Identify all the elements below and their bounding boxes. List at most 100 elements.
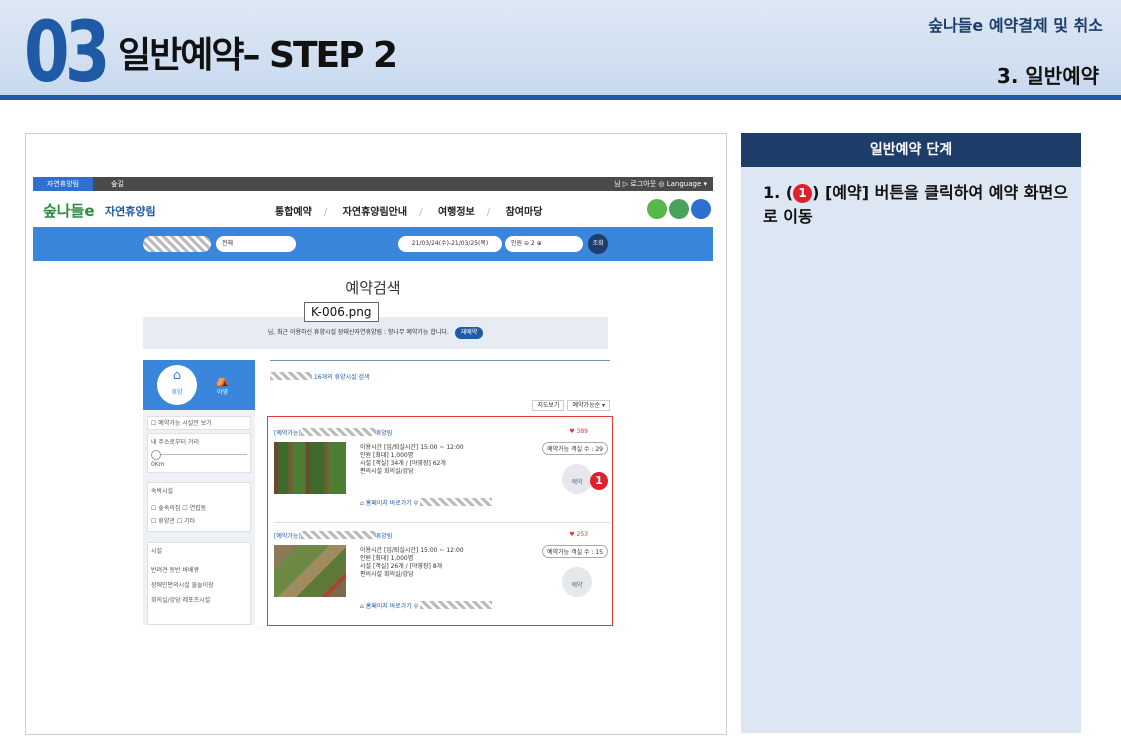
tab-lodging[interactable]: ⌂ 휴양	[157, 365, 197, 405]
masked-text	[420, 498, 493, 506]
site-top-bar: 자연휴양림 숲길 님 ▷ 로그아웃 ◎ Language ▾	[33, 177, 713, 191]
people-label: 인원	[511, 240, 523, 247]
option[interactable]: 레포츠시설	[183, 597, 211, 604]
people-count: 2	[530, 240, 535, 247]
option[interactable]: 바베큐	[182, 567, 199, 574]
results-count: 16개의 휴양시설 검색	[270, 372, 370, 381]
menu-item[interactable]: 여행정보	[438, 207, 475, 218]
facility-title: 시설	[151, 548, 163, 555]
forest-photo[interactable]	[274, 545, 346, 597]
menu-item[interactable]: 통합예약	[275, 207, 312, 218]
heart-icon: ♥	[569, 428, 575, 435]
search-bar: 전체 21/03/24(수)-21/03/25(목) 인원 ⊖ 2 ⊕ 조회	[33, 227, 713, 261]
likes-value: 253	[576, 531, 588, 538]
likes-count[interactable]: ♥ 389	[569, 428, 588, 435]
available-rooms-badge: 예약가능 객실 수 : 29	[542, 442, 608, 455]
distance-value: 0Km	[151, 461, 165, 468]
item-name-suffix: 휴양림	[375, 533, 393, 540]
masked-text	[420, 601, 493, 609]
user-links[interactable]: 님 ▷ 로그아웃 ◎ Language ▾	[614, 177, 707, 191]
search-button[interactable]: 조회	[588, 234, 608, 254]
available-only-checkbox[interactable]: ☐ 예약가능 시설만 보기	[147, 416, 251, 430]
map-view-button[interactable]: 지도보기	[532, 400, 565, 411]
distance-filter: 내 주소로부터 거리 0Km	[147, 433, 251, 473]
facility-options: 회의실/강당 레포츠시설	[151, 595, 247, 604]
option[interactable]: 휴양관	[158, 518, 175, 525]
info-line: 시설 [객실] 34개 / [야영장] 62개	[360, 460, 446, 467]
distance-label: 내 주소로부터 거리	[151, 439, 199, 446]
item-status: [예약가능]	[274, 430, 301, 437]
info-line: 시설 [객실] 26개 / [야영장] 8개	[360, 563, 443, 570]
website: 자연휴양림 숲길 님 ▷ 로그아웃 ◎ Language ▾ 숲나들e 자연휴양…	[33, 177, 713, 627]
website-screenshot: 자연휴양림 숲길 님 ▷ 로그아웃 ◎ Language ▾ 숲나들e 자연휴양…	[25, 133, 727, 735]
filter-panel: ⌂ 휴양 ⛺ 야영 ☐ 예약가능 시설만 보기 내 주소로부터 거리 0Km 숙박시…	[143, 360, 255, 625]
menu-item[interactable]: 자연휴양림안내	[343, 207, 407, 218]
step-prefix: 1. (	[763, 183, 794, 202]
info-line: 이용시간 [입/퇴실시간] 15:00 ~ 12:00	[360, 444, 464, 451]
tab-camping[interactable]: ⛺ 야영	[215, 373, 230, 396]
people-stepper[interactable]: 인원 ⊖ 2 ⊕	[505, 236, 583, 252]
option[interactable]: 숲속의집	[158, 505, 180, 512]
section-label: 3. 일반예약	[996, 64, 1099, 88]
location-icon: ⚲	[413, 500, 419, 507]
panel-heading: 일반예약 단계	[741, 133, 1081, 167]
info-line: 편의시설 회의실/강당	[360, 571, 414, 578]
homepage-link-label: 홈페이지 바로가기	[365, 500, 412, 507]
info-line: 인원 [최대] 1,000명	[360, 452, 414, 459]
site-nav: 숲나들e 자연휴양림 통합예약 / 자연휴양림안내 / 여행정보 / 참여마당	[33, 191, 713, 227]
list-item: [예약가능] 휴양림 이용시간 [입/퇴실시간] 15:00 ~ 12:00 인원…	[274, 522, 610, 623]
home-icon: ⌂	[360, 603, 364, 610]
tab-trail[interactable]: 숲길	[111, 177, 124, 191]
item-info: 이용시간 [입/퇴실시간] 15:00 ~ 12:00 인원 [최대] 1,00…	[360, 444, 464, 476]
reserve-button[interactable]: 예약	[562, 567, 592, 597]
home-icon: ⌂	[360, 500, 364, 507]
item-header: [예약가능] 휴양림	[274, 531, 392, 540]
lodging-filter: 숙박시설 ☐ 숲속의집 ☐ 연립동 ☐ 휴양관 ☐ 기타	[147, 482, 251, 532]
option[interactable]: 회의실/강당	[151, 597, 181, 604]
search-icon[interactable]	[647, 199, 667, 219]
forest-select[interactable]	[143, 236, 211, 252]
menu-item[interactable]: 참여마당	[506, 207, 543, 218]
homepage-link[interactable]: ⌂ 홈페이지 바로가기 ⚲	[360, 498, 493, 507]
slider-handle[interactable]	[151, 450, 161, 460]
option[interactable]: 물놀이장	[192, 582, 214, 589]
distance-slider[interactable]	[151, 450, 247, 460]
results-divider	[270, 360, 610, 361]
forest-photo[interactable]	[274, 442, 346, 494]
notice-text: 님, 최근 이용하신 휴양시설 장태산자연휴양림 : 향나무 예약가능 합니다.	[267, 329, 449, 336]
search-heading: 예약검색	[345, 279, 401, 297]
sort-select[interactable]: 예약가능순 ▾	[567, 400, 610, 411]
section-number: 03	[24, 3, 111, 101]
rebook-button[interactable]: 재예약	[454, 327, 484, 339]
results-area: 16개의 휴양시설 검색 지도보기 예약가능순 ▾ [예약가능] 휴양림 이용시간 …	[267, 360, 613, 626]
reservation-icon[interactable]	[669, 199, 689, 219]
facility-options: 장애인편의시설 물놀이장	[151, 580, 247, 589]
checkbox-label: 예약가능 시설만 보기	[158, 420, 212, 427]
grid-menu-icon[interactable]	[691, 199, 711, 219]
homepage-link-label: 홈페이지 바로가기	[365, 603, 412, 610]
step-badge: 1	[793, 184, 813, 203]
results-controls: 지도보기 예약가능순 ▾	[529, 400, 610, 411]
likes-count[interactable]: ♥ 253	[569, 531, 588, 538]
masked-text	[300, 428, 376, 436]
tab-camping-label: 야영	[216, 389, 228, 396]
masked-text	[270, 372, 312, 380]
reserve-button[interactable]: 예약	[562, 464, 592, 494]
site-logo[interactable]: 숲나들e	[43, 200, 95, 221]
lodging-options: ☐ 숲속의집 ☐ 연립동	[151, 505, 207, 512]
option[interactable]: 연립동	[190, 505, 207, 512]
region-select[interactable]: 전체	[216, 236, 296, 252]
callout-badge: 1	[590, 472, 608, 490]
homepage-link[interactable]: ⌂ 홈페이지 바로가기 ⚲	[360, 601, 493, 610]
option[interactable]: 장애인편의시설	[151, 582, 190, 589]
likes-value: 389	[576, 428, 588, 435]
date-range-input[interactable]: 21/03/24(수)-21/03/25(목)	[398, 236, 502, 252]
title-bar: 03 일반예약– STEP 2 숲나들e 예약결제 및 취소 3. 일반예약	[0, 0, 1121, 100]
tab-forest[interactable]: 자연휴양림	[33, 177, 93, 191]
option[interactable]: 반려견 동반	[151, 567, 181, 574]
site-name[interactable]: 자연휴양림	[105, 203, 156, 219]
results-count-text: 16개의 휴양시설 검색	[313, 374, 370, 381]
tab-lodging-label: 휴양	[171, 389, 183, 396]
available-rooms-badge: 예약가능 객실 수 : 15	[542, 545, 608, 558]
option[interactable]: 기타	[184, 518, 195, 525]
